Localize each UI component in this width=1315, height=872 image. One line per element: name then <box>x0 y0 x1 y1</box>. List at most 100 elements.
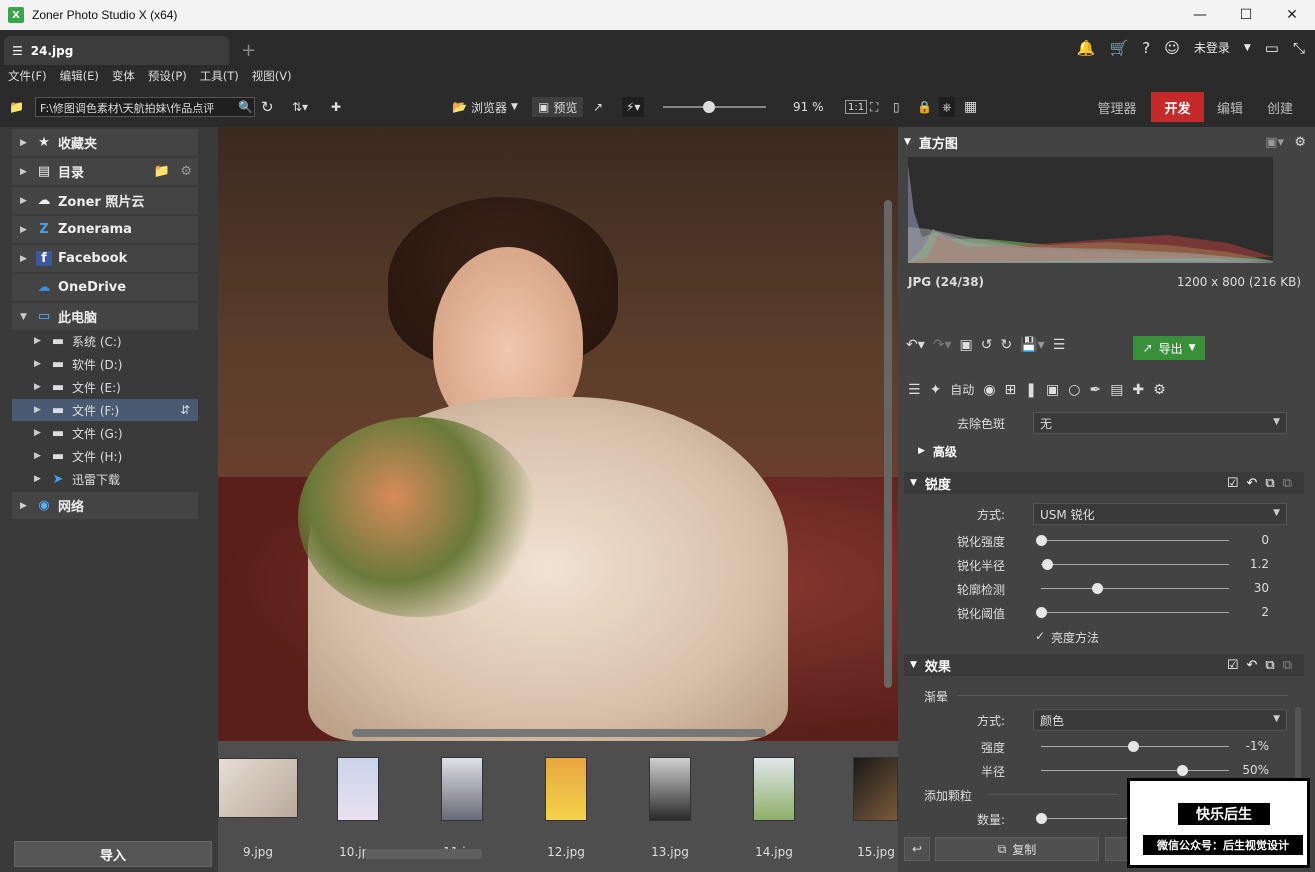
slider-knob[interactable] <box>1036 813 1047 824</box>
slider-knob[interactable] <box>1092 583 1104 594</box>
copy-icon[interactable]: ⧉ <box>1265 476 1274 491</box>
nav-facebook[interactable]: ▶ f Facebook <box>12 245 198 272</box>
photo-preview[interactable] <box>218 127 898 741</box>
slider-track[interactable] <box>1041 588 1229 589</box>
luminance-checkbox[interactable]: ✓ <box>1035 629 1045 643</box>
add-tab-button[interactable]: + <box>241 40 256 61</box>
brush-icon[interactable]: ✒ <box>1089 382 1101 398</box>
auto-label[interactable]: 自动 <box>950 381 974 398</box>
user-icon[interactable]: ☺ <box>1164 39 1180 57</box>
menu-edit[interactable]: 编辑(E) <box>60 68 99 84</box>
menu-view[interactable]: 视图(V) <box>252 68 292 84</box>
gear-icon[interactable]: ⚙ <box>180 164 192 179</box>
path-input[interactable]: F:\修图调色素材\天航拍妹\作品点评 <box>35 97 255 117</box>
bandage-icon[interactable]: ✚ <box>1132 382 1144 398</box>
folder-xunlei[interactable]: ▶ ➤ 迅雷下载 <box>12 468 198 490</box>
undo-icon[interactable]: ↶▾ <box>906 337 925 353</box>
sort-icon[interactable]: ⇅▾ <box>292 97 308 117</box>
bell-icon[interactable]: 🔔 <box>1077 39 1096 57</box>
reset-icon[interactable]: ↶ <box>1247 476 1258 491</box>
checkbox-icon[interactable]: ☑ <box>1227 476 1239 491</box>
photo-horizontal-scrollbar[interactable] <box>352 729 766 737</box>
menu-file[interactable]: 文件(F) <box>8 68 47 84</box>
sliders-icon[interactable]: ☰ <box>1053 337 1066 353</box>
back-button[interactable]: ↩ <box>904 837 930 861</box>
browser-button[interactable]: 📂 浏览器 ▼ <box>452 97 518 117</box>
menu-variant[interactable]: 变体 <box>112 68 135 84</box>
slider-track[interactable] <box>1041 540 1229 541</box>
rotate-right-icon[interactable]: ↻ <box>1001 337 1013 353</box>
thumbnail-10[interactable]: 10.jpg <box>337 757 379 859</box>
cart-icon[interactable]: 🛒 <box>1110 39 1129 57</box>
fullscreen-icon[interactable]: ⤡ <box>1293 39 1305 57</box>
tab-edit[interactable]: 编辑 <box>1208 92 1252 122</box>
nav-zoner-cloud[interactable]: ▶ ☁ Zoner 照片云 <box>12 187 198 214</box>
drive-f[interactable]: ▶ ▬ 文件 (F:) ⇵ <box>12 399 198 421</box>
menu-preset[interactable]: 预设(P) <box>148 68 187 84</box>
circle-icon[interactable]: ○ <box>1068 382 1080 398</box>
image-icon[interactable]: ▣ <box>960 337 973 353</box>
folder-up-icon[interactable]: 📁 <box>9 97 24 117</box>
zoom-slider-knob[interactable] <box>703 101 716 113</box>
checkbox-icon[interactable]: ☑ <box>1227 658 1239 673</box>
nav-this-pc[interactable]: ▼ ▭ 此电脑 <box>12 303 198 330</box>
slider-knob[interactable] <box>1036 607 1047 618</box>
login-status[interactable]: 未登录 <box>1194 39 1230 56</box>
paste-icon[interactable]: ⧉ <box>1283 476 1292 491</box>
nav-catalog[interactable]: ▶ ▤ 目录 📁 ⚙ <box>12 158 198 185</box>
drive-d[interactable]: ▶ ▬ 软件 (D:) <box>12 353 198 375</box>
thumbnail-14[interactable]: 14.jpg <box>753 757 795 859</box>
tab-24-jpg[interactable]: ☰ 24.jpg <box>4 36 229 65</box>
thumbnail-12[interactable]: 12.jpg <box>545 757 587 859</box>
grid-view-icon[interactable]: ▦ <box>964 97 977 117</box>
slider-track[interactable] <box>1041 564 1229 565</box>
open-external-icon[interactable]: ↗ <box>593 97 603 117</box>
nav-zonerama[interactable]: ▶ Z Zonerama <box>12 216 198 243</box>
export-button[interactable]: ↗ 导出 ▼ <box>1133 336 1205 360</box>
fit-icon[interactable]: ⛶ <box>870 97 878 117</box>
close-button[interactable]: ✕ <box>1269 0 1315 30</box>
refresh-icon[interactable]: ↻ <box>261 97 274 117</box>
preview-button[interactable]: ▣ 预览 <box>532 97 584 117</box>
tab-manager[interactable]: 管理器 <box>1088 92 1146 122</box>
camera-icon[interactable]: ◉ <box>983 382 995 398</box>
reset-icon[interactable]: ↶ <box>1247 658 1258 673</box>
text-icon[interactable]: ▣ <box>1046 382 1059 398</box>
save-icon[interactable]: 💾▾ <box>1020 337 1044 353</box>
gear-icon[interactable]: ⚙ <box>1153 382 1166 398</box>
fit-height-icon[interactable]: ▯ <box>893 97 900 117</box>
copy-button[interactable]: ⧉ 复制 <box>935 837 1099 861</box>
slider-track[interactable] <box>1041 612 1229 613</box>
drive-e[interactable]: ▶ ▬ 文件 (E:) <box>12 376 198 398</box>
gradient-icon[interactable]: ▤ <box>1110 382 1123 398</box>
slider-knob[interactable] <box>1036 535 1047 546</box>
paste-icon[interactable]: ⧉ <box>1283 658 1292 673</box>
nav-favorites[interactable]: ▶ ★ 收藏夹 <box>12 129 198 156</box>
sharpen-header[interactable]: ▼ 锐度 ☑ ↶ ⧉ ⧉ <box>904 472 1304 494</box>
slider-knob[interactable] <box>1128 741 1140 752</box>
slider-knob[interactable] <box>1177 765 1188 776</box>
reorder-icon[interactable]: ⇵ <box>180 403 190 417</box>
adjust-icon[interactable]: ☰ <box>908 382 921 398</box>
camera-icon[interactable]: ▣▾ <box>1265 135 1284 150</box>
search-icon[interactable]: 🔍 <box>238 97 253 117</box>
tab-create[interactable]: 创建 <box>1258 92 1302 122</box>
lock-icon[interactable]: 🔒 <box>917 97 932 117</box>
new-folder-icon[interactable]: ✚ <box>331 97 341 117</box>
minimize-button[interactable]: — <box>1177 0 1223 30</box>
drive-c[interactable]: ▶ ▬ 系统 (C:) <box>12 330 198 352</box>
vignette-method-select[interactable]: 颜色 ▼ <box>1033 709 1287 731</box>
flash-dropdown[interactable]: ⚡▾ <box>622 97 645 117</box>
effects-header[interactable]: ▼ 效果 ☑ ↶ ⧉ ⧉ <box>904 654 1304 676</box>
slider-knob[interactable] <box>1041 559 1053 570</box>
monitor-icon[interactable]: ▭ <box>1265 39 1279 57</box>
thumbnail-11[interactable]: 11.jpg <box>441 757 483 859</box>
thumbnail-9[interactable]: 9.jpg <box>218 757 298 859</box>
nav-network[interactable]: ▶ ◉ 网络 <box>12 492 198 519</box>
perspective-icon[interactable]: ❚ <box>1025 382 1037 398</box>
slider-track[interactable] <box>1041 818 1129 819</box>
tab-develop[interactable]: 开发 <box>1151 92 1204 122</box>
filmstrip-scrollbar[interactable] <box>364 849 482 859</box>
settings-icon[interactable]: ⚙ <box>1294 135 1306 150</box>
thumbnail-15[interactable]: 15.jpg <box>853 757 898 859</box>
